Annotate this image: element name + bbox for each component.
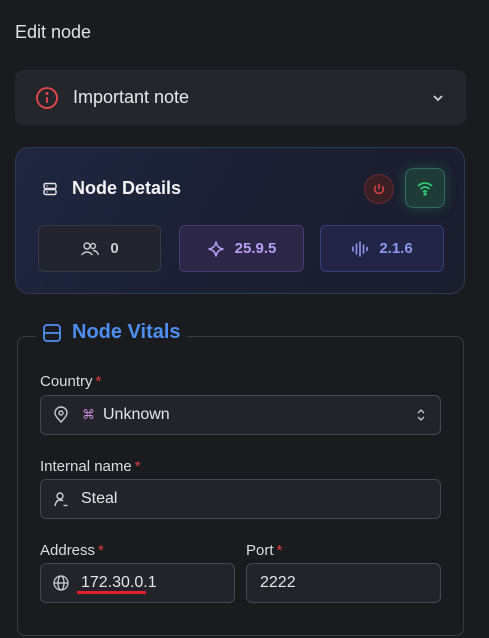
- globe-icon: [52, 574, 70, 592]
- country-select[interactable]: ⌘ Unknown: [40, 395, 441, 435]
- users-icon: [80, 241, 100, 257]
- internal-name-field[interactable]: Steal: [40, 479, 441, 519]
- node-vitals-legend: Node Vitals: [36, 321, 187, 344]
- users-count: 0: [110, 240, 119, 257]
- wifi-icon: [416, 179, 434, 197]
- xray-version: 2.1.6: [379, 240, 413, 257]
- node-vitals-title: Node Vitals: [72, 321, 181, 343]
- country-label: Country *: [40, 373, 102, 390]
- power-button[interactable]: [364, 174, 394, 204]
- select-updown-icon: [416, 407, 426, 423]
- connection-button[interactable]: [405, 168, 445, 208]
- address-label: Address *: [40, 542, 104, 559]
- port-field[interactable]: 2222: [246, 563, 441, 603]
- country-value: Unknown: [103, 406, 170, 423]
- important-note-accordion[interactable]: Important note: [15, 70, 466, 125]
- page-title: Edit node: [15, 22, 92, 42]
- address-field[interactable]: 172.30.0.1: [40, 563, 235, 603]
- address-value: 172.30.0.1: [81, 574, 157, 591]
- core-version: 25.9.5: [234, 240, 277, 257]
- server-icon: [42, 181, 58, 197]
- map-pin-icon: [52, 406, 70, 424]
- layout-icon: [42, 323, 62, 343]
- node-details-card: Node Details 0 25.9.5 2.1.6: [15, 147, 465, 294]
- address-highlight-underline: [77, 591, 146, 594]
- core-version-stat: 25.9.5: [179, 225, 304, 272]
- power-icon: [372, 182, 386, 196]
- chevron-down-icon[interactable]: [430, 90, 446, 106]
- unknown-flag-icon: ⌘: [82, 407, 95, 422]
- info-circle-icon: [35, 86, 59, 110]
- internal-name-label: Internal name *: [40, 458, 141, 475]
- port-label: Port *: [246, 542, 283, 559]
- important-note-label: Important note: [73, 87, 190, 107]
- xray-version-stat: 2.1.6: [320, 225, 444, 272]
- internal-name-value: Steal: [81, 490, 118, 507]
- node-details-title: Node Details: [72, 178, 182, 198]
- audio-bars-icon: [351, 240, 369, 258]
- users-stat: 0: [38, 225, 161, 272]
- sparkle-icon: [207, 240, 225, 258]
- node-details-header: Node Details: [42, 178, 181, 199]
- user-icon: [52, 490, 70, 508]
- port-value: 2222: [260, 574, 296, 591]
